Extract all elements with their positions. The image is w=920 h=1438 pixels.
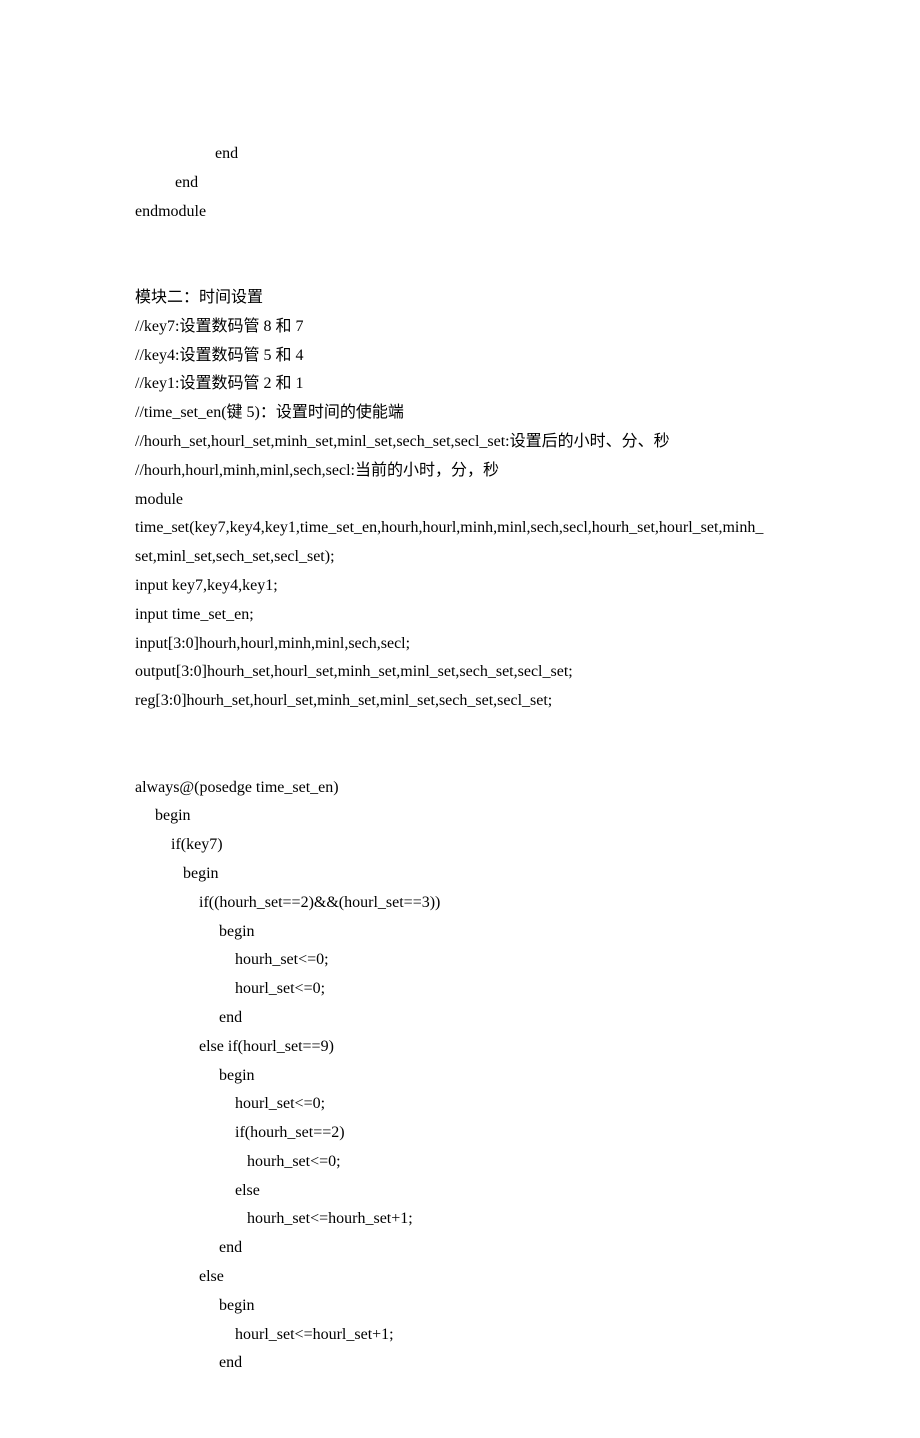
blank-line <box>135 716 785 745</box>
code-line: end <box>135 169 785 198</box>
code-line: input time_set_en; <box>135 601 785 630</box>
code-line: hourl_set<=0; <box>135 975 785 1004</box>
code-line: end <box>135 1004 785 1033</box>
code-line: end <box>135 140 785 169</box>
code-line: set,minl_set,sech_set,secl_set); <box>135 543 785 572</box>
blank-line <box>135 255 785 284</box>
code-line: hourh_set<=0; <box>135 1148 785 1177</box>
code-line: reg[3:0]hourh_set,hourl_set,minh_set,min… <box>135 687 785 716</box>
code-line: begin <box>135 1062 785 1091</box>
code-line: hourl_set<=0; <box>135 1090 785 1119</box>
code-line: //key7:设置数码管 8 和 7 <box>135 313 785 342</box>
code-line: input[3:0]hourh,hourl,minh,minl,sech,sec… <box>135 630 785 659</box>
code-line: input key7,key4,key1; <box>135 572 785 601</box>
code-line: time_set(key7,key4,key1,time_set_en,hour… <box>135 514 785 543</box>
code-line: else <box>135 1177 785 1206</box>
code-line: hourh_set<=hourh_set+1; <box>135 1205 785 1234</box>
code-line: hourh_set<=0; <box>135 946 785 975</box>
blank-line <box>135 745 785 774</box>
code-line: module <box>135 486 785 515</box>
code-line: //time_set_en(键 5)：设置时间的使能端 <box>135 399 785 428</box>
code-line: begin <box>135 860 785 889</box>
code-line: else <box>135 1263 785 1292</box>
code-line: end <box>135 1234 785 1263</box>
code-line: output[3:0]hourh_set,hourl_set,minh_set,… <box>135 658 785 687</box>
code-document: end endendmodule模块二：时间设置//key7:设置数码管 8 和… <box>135 140 785 1378</box>
code-line: hourl_set<=hourl_set+1; <box>135 1321 785 1350</box>
code-line: 模块二：时间设置 <box>135 284 785 313</box>
code-line: begin <box>135 918 785 947</box>
code-line: if(hourh_set==2) <box>135 1119 785 1148</box>
code-line: end <box>135 1349 785 1378</box>
code-line: if((hourh_set==2)&&(hourl_set==3)) <box>135 889 785 918</box>
code-line: endmodule <box>135 198 785 227</box>
code-line: else if(hourl_set==9) <box>135 1033 785 1062</box>
code-line: always@(posedge time_set_en) <box>135 774 785 803</box>
code-line: if(key7) <box>135 831 785 860</box>
code-line: begin <box>135 1292 785 1321</box>
blank-line <box>135 226 785 255</box>
code-line: //key4:设置数码管 5 和 4 <box>135 342 785 371</box>
code-line: //key1:设置数码管 2 和 1 <box>135 370 785 399</box>
code-line: //hourh_set,hourl_set,minh_set,minl_set,… <box>135 428 785 457</box>
code-line: //hourh,hourl,minh,minl,sech,secl:当前的小时，… <box>135 457 785 486</box>
code-line: begin <box>135 802 785 831</box>
